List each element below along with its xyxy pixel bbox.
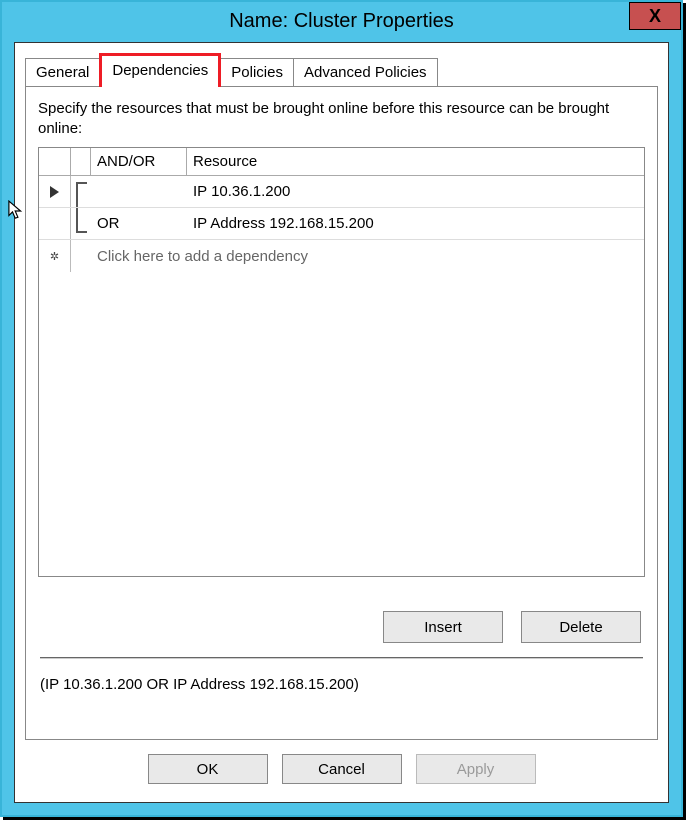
- grid-header: AND/OR Resource: [39, 148, 644, 176]
- cancel-button[interactable]: Cancel: [282, 754, 402, 784]
- cell-andor[interactable]: OR: [91, 208, 187, 239]
- group-bracket-icon: [71, 176, 91, 207]
- insert-button[interactable]: Insert: [383, 611, 503, 643]
- cursor-icon: [8, 200, 26, 222]
- client-area: General Dependencies Policies Advanced P…: [14, 42, 669, 803]
- col-andor[interactable]: AND/OR: [91, 148, 187, 175]
- window-title: Name: Cluster Properties: [2, 10, 681, 33]
- separator: [40, 657, 643, 659]
- new-row-icon: ✲: [50, 250, 59, 263]
- tab-advanced-policies[interactable]: Advanced Policies: [293, 58, 438, 87]
- apply-button: Apply: [416, 754, 536, 784]
- tab-panel: Specify the resources that must be broug…: [25, 86, 658, 740]
- delete-button[interactable]: Delete: [521, 611, 641, 643]
- tab-policies[interactable]: Policies: [220, 58, 294, 87]
- grid-row[interactable]: OR IP Address 192.168.15.200: [39, 208, 644, 240]
- tab-strip: General Dependencies Policies Advanced P…: [25, 57, 437, 87]
- row-selector[interactable]: ✲: [39, 240, 71, 272]
- cell-andor[interactable]: [91, 176, 187, 207]
- titlebar[interactable]: Name: Cluster Properties X: [2, 2, 681, 40]
- grid-new-row[interactable]: ✲ Click here to add a dependency: [39, 240, 644, 272]
- col-bracket: [71, 148, 91, 175]
- group-bracket-icon: [71, 208, 91, 239]
- add-dependency-placeholder[interactable]: Click here to add a dependency: [91, 240, 644, 272]
- dialog-buttons: OK Cancel Apply: [15, 754, 668, 788]
- instruction-text: Specify the resources that must be broug…: [38, 99, 645, 139]
- col-resource[interactable]: Resource: [187, 148, 644, 175]
- grid-row[interactable]: IP 10.36.1.200: [39, 176, 644, 208]
- row-selector[interactable]: [39, 208, 71, 239]
- cell-resource[interactable]: IP 10.36.1.200: [187, 176, 644, 207]
- close-icon: X: [649, 6, 661, 27]
- properties-dialog: Name: Cluster Properties X General Depen…: [0, 0, 683, 817]
- grid-buttons: Insert Delete: [383, 611, 641, 643]
- dependency-expression: (IP 10.36.1.200 OR IP Address 192.168.15…: [40, 676, 359, 693]
- tab-general[interactable]: General: [25, 58, 100, 87]
- row-selector[interactable]: [39, 176, 71, 207]
- cell-resource[interactable]: IP Address 192.168.15.200: [187, 208, 644, 239]
- tab-dependencies[interactable]: Dependencies: [99, 53, 221, 87]
- ok-button[interactable]: OK: [148, 754, 268, 784]
- current-row-icon: [50, 186, 59, 198]
- dependencies-grid[interactable]: AND/OR Resource IP 10.36.1.200 OR IP Add…: [38, 147, 645, 577]
- close-button[interactable]: X: [629, 2, 681, 30]
- col-rowheader: [39, 148, 71, 175]
